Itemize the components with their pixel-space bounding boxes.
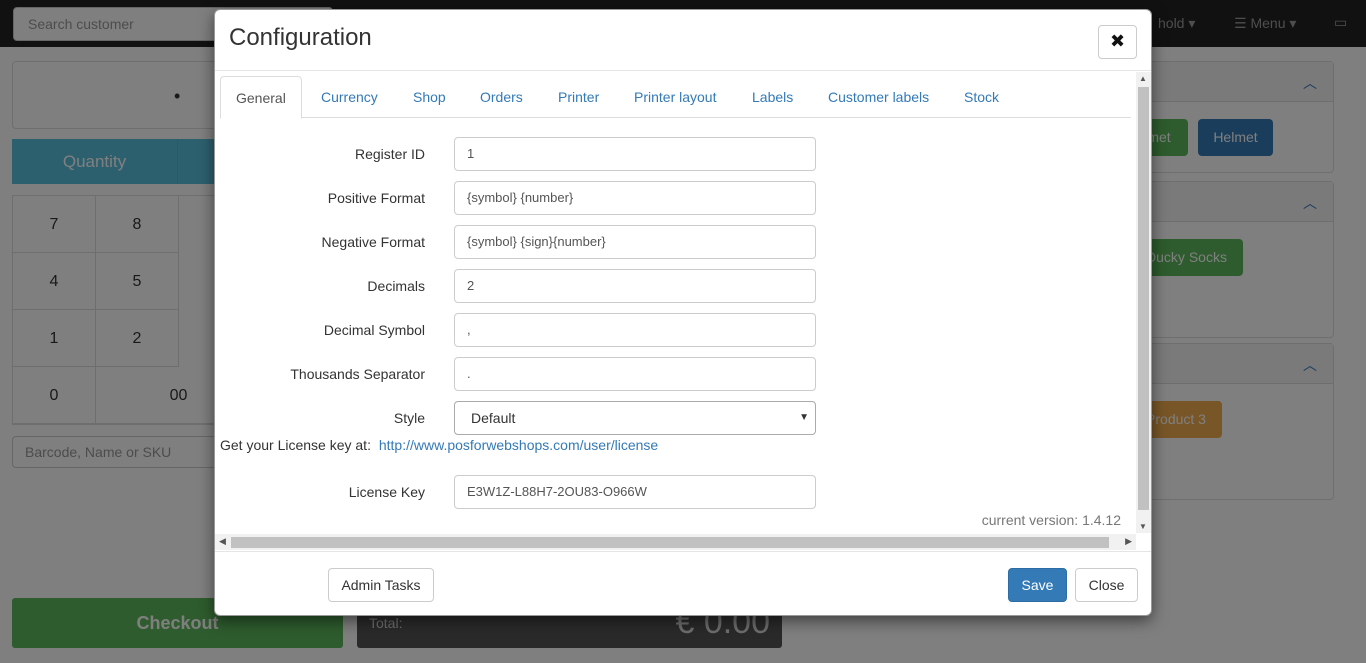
modal-header: Configuration ✖: [215, 10, 1151, 71]
tab-shop[interactable]: Shop: [398, 76, 461, 118]
decimal-symbol-input[interactable]: ,: [454, 313, 816, 347]
tab-orders[interactable]: Orders: [465, 76, 538, 118]
thousands-separator-label: Thousands Separator: [290, 366, 425, 382]
decimals-label: Decimals: [367, 278, 425, 294]
configuration-modal: Configuration ✖ General Currency Shop Or…: [214, 9, 1152, 616]
license-prompt: Get your License key at:: [220, 437, 371, 453]
config-tabs: General Currency Shop Orders Printer Pri…: [220, 76, 1131, 119]
license-key-input[interactable]: E3W1Z-L88H7-2OU83-O966W: [454, 475, 816, 509]
tab-labels[interactable]: Labels: [737, 76, 808, 118]
close-button[interactable]: Close: [1075, 568, 1138, 602]
license-link[interactable]: http://www.posforwebshops.com/user/licen…: [379, 437, 658, 453]
tab-printer-layout[interactable]: Printer layout: [619, 76, 731, 118]
page-scrollbar[interactable]: [1350, 47, 1366, 663]
admin-tasks-button[interactable]: Admin Tasks: [328, 568, 434, 602]
thousands-separator-input[interactable]: .: [454, 357, 816, 391]
horizontal-scroll-thumb[interactable]: [231, 537, 1109, 548]
scroll-right-arrow-icon[interactable]: ▶: [1125, 536, 1132, 547]
style-label: Style: [393, 410, 425, 426]
vertical-scroll-thumb[interactable]: [1138, 87, 1149, 510]
modal-horizontal-scrollbar[interactable]: ◀ ▶: [215, 534, 1136, 550]
modal-body: General Currency Shop Orders Printer Pri…: [215, 72, 1151, 552]
negative-format-label: Negative Format: [321, 234, 425, 250]
caret-down-icon: ▼: [799, 412, 809, 423]
scroll-down-arrow-icon[interactable]: ▼: [1139, 522, 1147, 531]
positive-format-label: Positive Format: [327, 190, 425, 206]
modal-footer: Admin Tasks Save Close: [215, 551, 1151, 615]
version-text: current version: 1.4.12: [981, 512, 1121, 528]
save-button[interactable]: Save: [1008, 568, 1067, 602]
scroll-left-arrow-icon[interactable]: ◀: [219, 536, 226, 547]
license-line: Get your License key at: http://www.posf…: [220, 437, 658, 453]
style-select-value: Default: [471, 410, 516, 426]
decimals-input[interactable]: 2: [454, 269, 816, 303]
modal-title: Configuration: [229, 24, 372, 51]
scroll-up-arrow-icon[interactable]: ▲: [1139, 74, 1147, 83]
close-icon[interactable]: ✖: [1098, 25, 1137, 59]
modal-vertical-scrollbar[interactable]: ▲ ▼: [1136, 72, 1151, 533]
tab-printer[interactable]: Printer: [543, 76, 614, 118]
style-select[interactable]: Default ▼: [454, 401, 816, 435]
license-key-label: License Key: [348, 484, 425, 500]
decimal-symbol-label: Decimal Symbol: [323, 322, 425, 338]
negative-format-input[interactable]: {symbol} {sign}{number}: [454, 225, 816, 259]
tab-currency[interactable]: Currency: [306, 76, 393, 118]
register-id-input[interactable]: 1: [454, 137, 816, 171]
tab-stock[interactable]: Stock: [949, 76, 1014, 118]
register-id-label: Register ID: [354, 146, 425, 162]
positive-format-input[interactable]: {symbol} {number}: [454, 181, 816, 215]
tab-customer-labels[interactable]: Customer labels: [813, 76, 944, 118]
tab-general[interactable]: General: [220, 76, 302, 119]
